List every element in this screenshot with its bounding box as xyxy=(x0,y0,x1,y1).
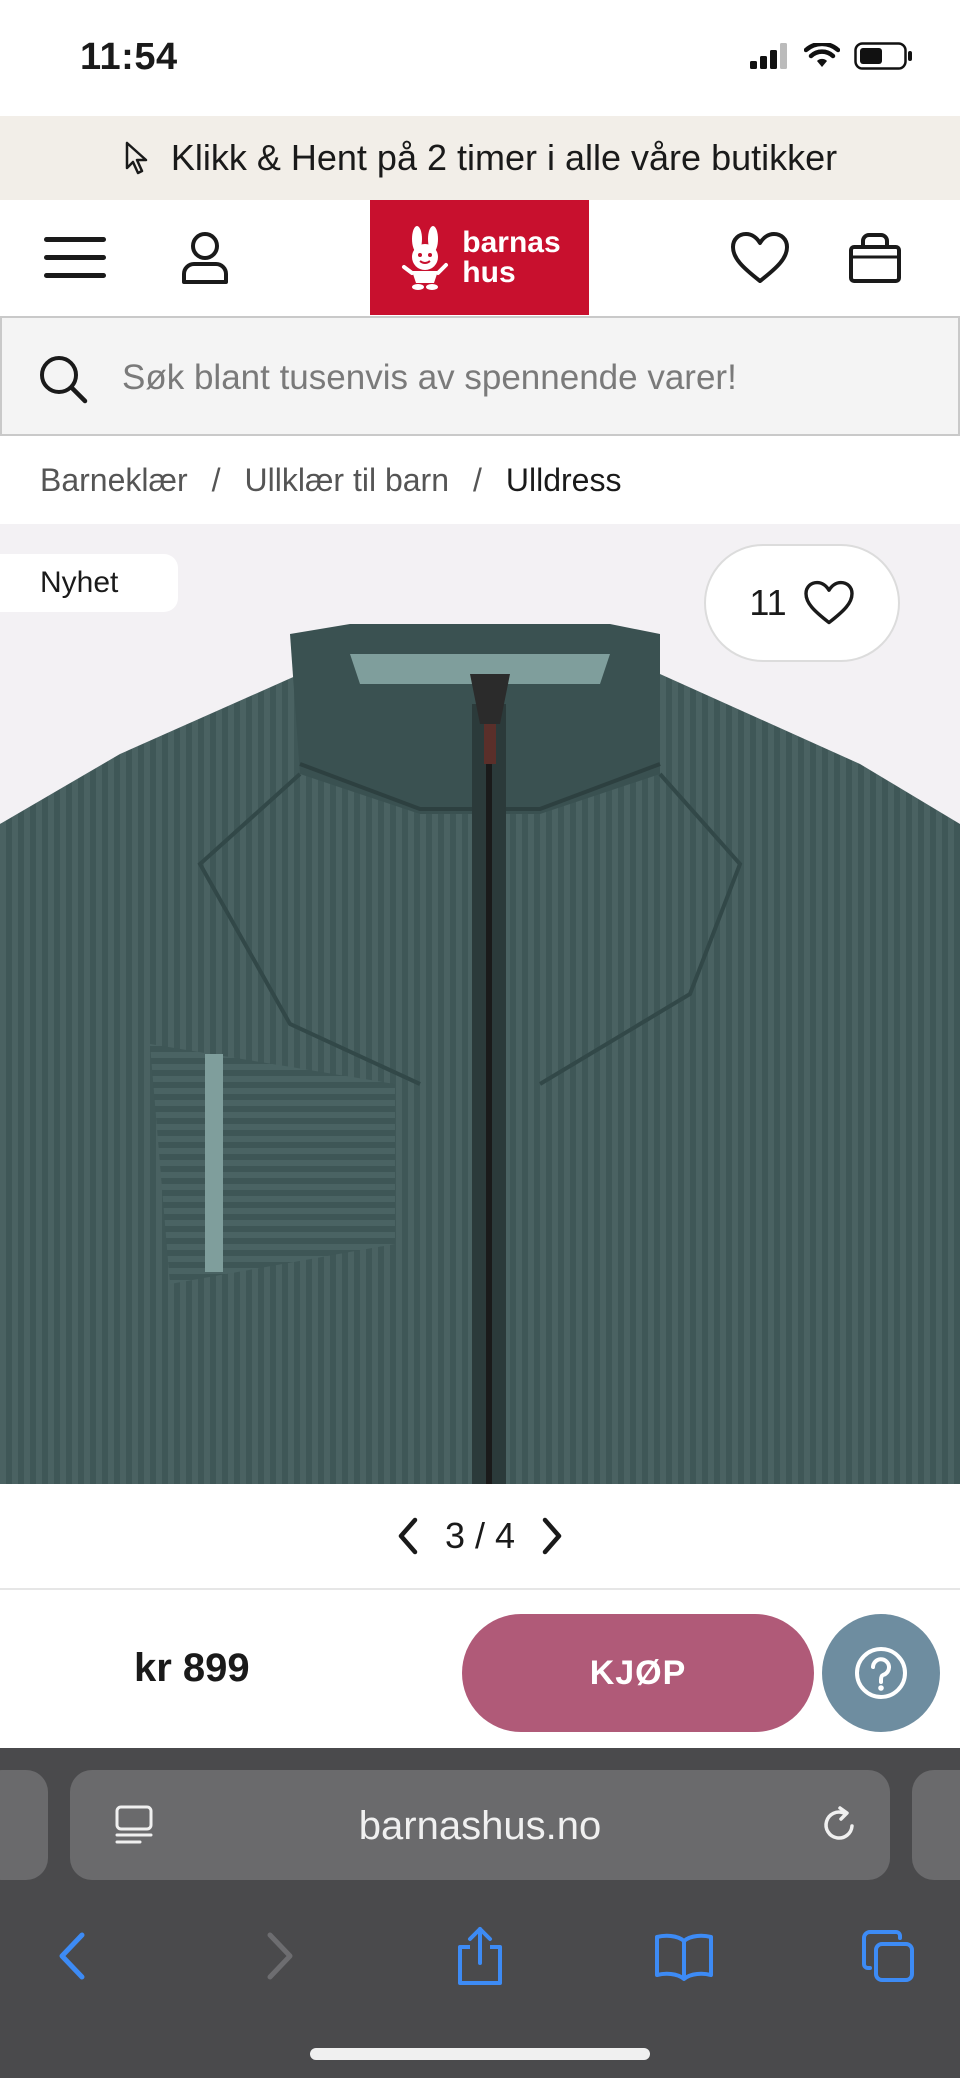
url-text: barnashus.no xyxy=(358,1804,602,1848)
breadcrumb-separator: / xyxy=(472,461,482,498)
promo-banner[interactable]: Klikk & Hent på 2 timer i alle våre buti… xyxy=(0,116,960,200)
address-bar[interactable]: barnashus.no xyxy=(70,1770,890,1880)
search-input[interactable]: Søk blant tusenvis av spennende varer! xyxy=(122,358,737,398)
image-pager: 3 / 4 xyxy=(0,1484,960,1588)
browser-chrome: barnashus.no xyxy=(0,1748,960,2078)
favorite-count-button[interactable]: 11 xyxy=(704,544,900,662)
battery-icon xyxy=(854,42,912,70)
breadcrumb-item-ullklaer[interactable]: Ullklær til barn xyxy=(245,462,449,499)
breadcrumb-item-barneklaer[interactable]: Barneklær xyxy=(40,462,188,499)
tabs-icon xyxy=(862,1930,914,1982)
chevron-left-icon[interactable] xyxy=(393,1516,423,1556)
heart-icon xyxy=(803,580,854,625)
heart-icon xyxy=(731,232,789,283)
wifi-icon xyxy=(804,43,840,67)
product-image-gallery[interactable]: Nyhet 11 xyxy=(0,524,960,1484)
breadcrumb-separator: / xyxy=(211,461,221,498)
brand-logo[interactable]: barnas hus xyxy=(370,200,589,315)
cart-button[interactable] xyxy=(840,200,910,316)
back-button[interactable] xyxy=(24,1908,120,2004)
breadcrumb: Barneklær / Ullklær til barn / Ulldress xyxy=(0,436,960,524)
rabbit-mascot-icon xyxy=(402,225,449,290)
new-badge: Nyhet xyxy=(0,554,178,612)
forward-button[interactable] xyxy=(232,1908,328,2004)
menu-button[interactable] xyxy=(40,200,110,316)
status-time: 11:54 xyxy=(80,36,178,78)
promo-text: Klikk & Hent på 2 timer i alle våre buti… xyxy=(170,137,838,178)
product-price: kr 899 xyxy=(134,1646,250,1690)
tabs-button[interactable] xyxy=(840,1908,936,2004)
favorite-count: 11 xyxy=(749,582,787,623)
reload-icon[interactable] xyxy=(818,1804,860,1846)
bookmarks-button[interactable] xyxy=(636,1908,732,2004)
help-button[interactable] xyxy=(822,1614,940,1732)
favorites-button[interactable] xyxy=(720,200,800,316)
home-indicator xyxy=(310,2048,650,2060)
user-icon xyxy=(182,232,228,284)
buy-button[interactable]: KJØP xyxy=(462,1614,814,1732)
search-bar[interactable]: Søk blant tusenvis av spennende varer! xyxy=(0,316,960,436)
sticky-buy-bar: kr 899 KJØP xyxy=(0,1588,960,1748)
cursor-icon xyxy=(125,141,148,175)
status-icons xyxy=(750,42,914,70)
logo-text-line2: hus xyxy=(462,255,516,289)
chevron-right-icon xyxy=(267,1932,293,1980)
logo-wordmark: barnas hus xyxy=(462,225,561,289)
previous-tab-peek[interactable] xyxy=(0,1770,48,1880)
share-icon xyxy=(458,1927,502,1985)
book-icon xyxy=(655,1933,713,1981)
status-bar: 11:54 xyxy=(0,0,960,116)
shopping-bag-icon xyxy=(849,233,901,283)
chevron-right-icon[interactable] xyxy=(537,1516,567,1556)
chevron-left-icon xyxy=(59,1932,85,1980)
image-position: 3 / 4 xyxy=(444,1515,516,1556)
cellular-signal-icon xyxy=(750,43,787,69)
question-mark-icon xyxy=(855,1647,907,1699)
hamburger-menu-icon xyxy=(44,237,106,278)
breadcrumb-item-current: Ulldress xyxy=(505,461,622,498)
search-icon xyxy=(40,356,88,404)
logo-text-line1: barnas xyxy=(462,225,561,259)
product-photo-wool-jacket xyxy=(0,624,960,1484)
account-button[interactable] xyxy=(170,200,240,316)
next-tab-peek[interactable] xyxy=(912,1770,960,1880)
share-button[interactable] xyxy=(432,1908,528,2004)
